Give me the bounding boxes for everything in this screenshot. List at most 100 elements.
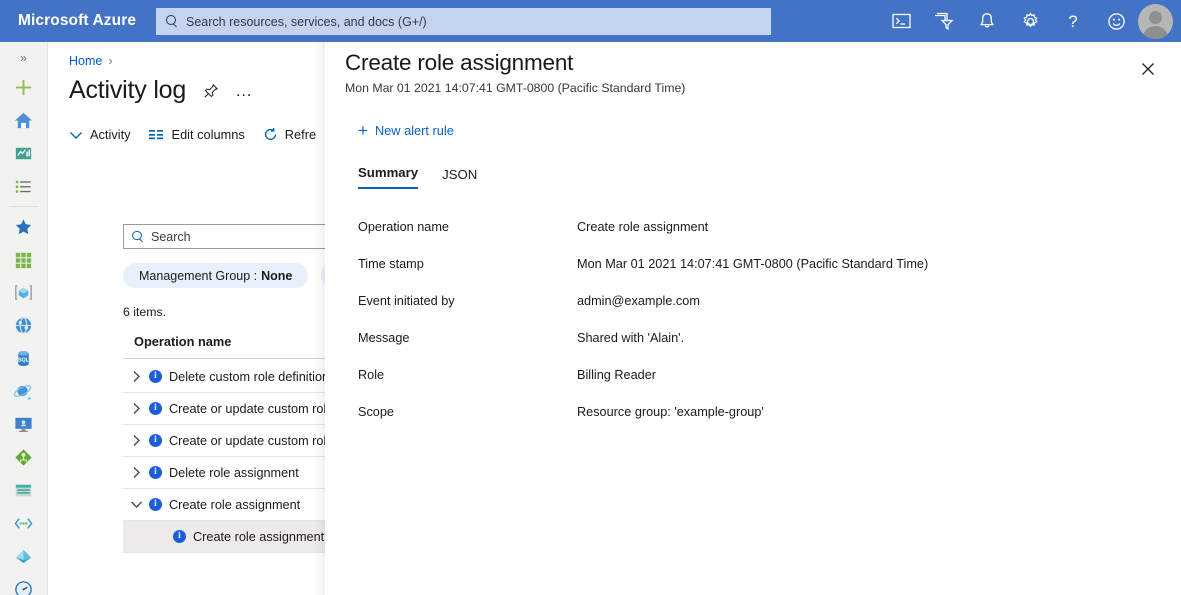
settings-gear-icon[interactable]: [1017, 8, 1043, 34]
table-row[interactable]: i Create or update custom role defin: [123, 425, 325, 457]
sidebar-item-dashboard[interactable]: [0, 137, 47, 170]
help-question-icon[interactable]: ?: [1060, 8, 1086, 34]
sidebar-item-create-resource[interactable]: [0, 71, 47, 104]
storage-icon: [13, 480, 34, 501]
toolbar-refresh-label: Refre: [285, 127, 316, 142]
table-row[interactable]: i Create role assignment: [123, 489, 325, 521]
columns-icon: [149, 129, 165, 140]
pin-icon[interactable]: [203, 83, 219, 99]
directory-filter-icon[interactable]: [931, 8, 957, 34]
table-row[interactable]: i Create role assignment: [123, 521, 325, 553]
blade-shadow: [314, 42, 325, 595]
top-navigation-bar: Microsoft Azure Search resources, servic…: [0, 0, 1181, 42]
filter-pill-value: None: [261, 269, 292, 283]
plus-icon: +: [358, 122, 368, 139]
cloud-shell-icon[interactable]: [888, 8, 914, 34]
close-icon[interactable]: [1136, 57, 1160, 81]
global-search-input[interactable]: Search resources, services, and docs (G+…: [156, 8, 771, 35]
row-label: Create role assignment: [169, 498, 300, 512]
sidebar-item-sql-databases[interactable]: SQL: [0, 342, 47, 375]
sidebar-item-azure-cosmos-db[interactable]: [0, 375, 47, 408]
breadcrumb-home-link[interactable]: Home: [69, 54, 102, 68]
svg-text:?: ?: [1068, 12, 1077, 31]
detail-row-scope: Scope Resource group: 'example-group': [358, 405, 1148, 442]
info-icon: i: [149, 498, 162, 511]
monitor-icon: [13, 414, 34, 435]
blade-title: Create role assignment: [345, 50, 573, 76]
toolbar-edit-columns[interactable]: Edit columns: [149, 127, 245, 142]
activity-log-rows: i Delete custom role definition i Create…: [123, 361, 325, 553]
activity-search-input[interactable]: Search: [123, 224, 325, 249]
toolbar-activity-label: Activity: [90, 127, 131, 142]
tab-json[interactable]: JSON: [442, 167, 477, 189]
table-row[interactable]: i Create or update custom role defin: [123, 393, 325, 425]
detail-label: Scope: [358, 405, 577, 419]
sidebar-item-resource-groups[interactable]: [0, 276, 47, 309]
new-alert-rule-button[interactable]: + New alert rule: [358, 122, 454, 139]
row-label: Create or update custom role defin: [169, 402, 325, 416]
azure-logo-text[interactable]: Microsoft Azure: [18, 12, 136, 30]
azure-portal: Microsoft Azure Search resources, servic…: [0, 0, 1181, 595]
sidebar-item-storage-accounts[interactable]: [0, 474, 47, 507]
feedback-smiley-icon[interactable]: [1103, 8, 1129, 34]
table-row[interactable]: i Delete role assignment: [123, 457, 325, 489]
sidebar-item-azure-active-directory[interactable]: [0, 540, 47, 573]
tab-summary[interactable]: Summary: [358, 165, 418, 189]
sidebar-item-app-services[interactable]: [0, 309, 47, 342]
toolbar-activity-filter[interactable]: Activity: [69, 127, 131, 142]
rail-divider: [9, 206, 38, 207]
header-icon-group: ?: [888, 0, 1129, 42]
page-title-row: Activity log …: [69, 76, 325, 105]
avatar[interactable]: [1138, 4, 1173, 39]
filter-pill-management-group[interactable]: Management Group :None: [123, 263, 308, 288]
sidebar-item-home[interactable]: [0, 104, 47, 137]
sidebar-item-virtual-machines[interactable]: [0, 408, 47, 441]
collapse-rail-button[interactable]: »: [0, 45, 47, 71]
table-row[interactable]: i Delete custom role definition: [123, 361, 325, 393]
chevron-right-icon[interactable]: [123, 370, 149, 383]
detail-label: Message: [358, 331, 577, 345]
sql-database-icon: SQL: [13, 348, 34, 369]
activity-search-placeholder: Search: [151, 230, 191, 244]
sidebar-item-all-resources[interactable]: [0, 243, 47, 276]
detail-value: Billing Reader: [577, 368, 656, 382]
sidebar-item-favorites[interactable]: [0, 210, 47, 243]
info-icon: i: [149, 466, 162, 479]
home-icon: [13, 110, 34, 131]
toolbar-refresh[interactable]: Refre: [263, 127, 316, 142]
global-search-placeholder: Search resources, services, and docs (G+…: [186, 15, 427, 29]
notifications-bell-icon[interactable]: [974, 8, 1000, 34]
chevron-right-icon[interactable]: [123, 402, 149, 415]
detail-value: Mon Mar 01 2021 14:07:41 GMT-0800 (Pacif…: [577, 257, 928, 271]
virtual-network-icon: [13, 513, 34, 534]
grid-icon: [13, 249, 34, 270]
column-header-operation-name[interactable]: Operation name: [123, 334, 325, 359]
sidebar-item-monitor[interactable]: [0, 573, 47, 595]
filter-pill-group: Management Group :None Subs: [123, 263, 325, 288]
list-icon: [13, 176, 34, 197]
chevron-down-icon: [69, 130, 83, 140]
activity-log-pane: Home › Activity log … Activity Edit colum…: [49, 42, 325, 595]
detail-row-operation-name: Operation name Create role assignment: [358, 220, 1148, 257]
sidebar-item-virtual-networks[interactable]: [0, 507, 47, 540]
breadcrumb-separator: ›: [108, 54, 112, 68]
activity-log-toolbar: Activity Edit columns Refre: [69, 127, 325, 142]
sidebar-item-load-balancers[interactable]: [0, 441, 47, 474]
chevron-right-icon[interactable]: [123, 434, 149, 447]
blade-tabs: Summary JSON: [358, 165, 501, 189]
page-title: Activity log: [69, 76, 186, 105]
row-label: Delete role assignment: [169, 466, 299, 480]
chevron-right-icon[interactable]: [123, 466, 149, 479]
diamond-icon: [13, 546, 34, 567]
plus-icon: [13, 77, 34, 98]
cube-icon: [13, 282, 34, 303]
create-role-assignment-blade: Create role assignment Mon Mar 01 2021 1…: [325, 42, 1181, 595]
more-options-icon[interactable]: …: [235, 87, 254, 95]
star-icon: [13, 216, 34, 237]
chevron-down-icon[interactable]: [123, 500, 149, 509]
dashboard-icon: [13, 143, 34, 164]
sidebar-item-all-services[interactable]: [0, 170, 47, 203]
cosmos-db-icon: [13, 381, 34, 402]
row-label: Create or update custom role defin: [169, 434, 325, 448]
detail-value: Resource group: 'example-group': [577, 405, 764, 419]
